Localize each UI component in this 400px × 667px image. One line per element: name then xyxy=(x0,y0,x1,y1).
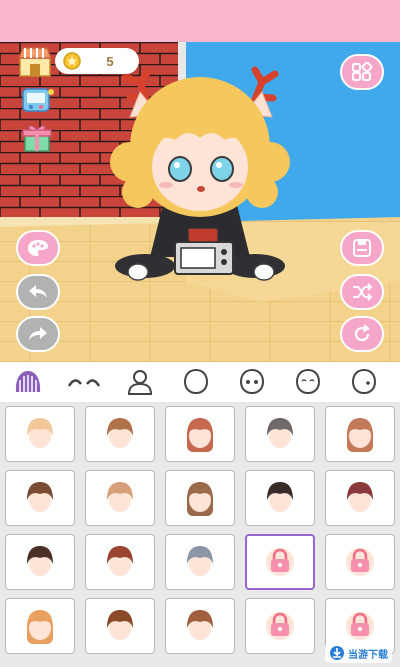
hair-style-icon xyxy=(107,610,133,640)
tab-head-shape[interactable] xyxy=(178,366,214,398)
star-coin-icon xyxy=(63,52,81,70)
palette-button[interactable] xyxy=(16,230,60,266)
hair-style-icon xyxy=(187,546,213,576)
save-icon xyxy=(353,239,371,257)
hair-style-icon xyxy=(27,610,53,644)
shuffle-button[interactable] xyxy=(340,274,384,310)
tab-side-face[interactable] xyxy=(346,366,382,398)
tab-eyebrows[interactable] xyxy=(66,366,102,398)
hair-item-cell[interactable] xyxy=(5,598,75,654)
hair-style-icon xyxy=(347,482,373,512)
shop-icon xyxy=(17,47,53,77)
hair-style-icon xyxy=(27,482,53,512)
hair-item-cell[interactable] xyxy=(165,534,235,590)
hair-item-cell[interactable] xyxy=(85,470,155,526)
top-bar xyxy=(0,0,400,42)
hair-style-icon xyxy=(187,610,213,640)
hair-style-icon xyxy=(347,418,373,452)
reset-icon xyxy=(354,324,370,342)
tab-eyes[interactable] xyxy=(234,366,270,398)
gift-box-icon xyxy=(22,125,52,152)
undo-icon xyxy=(29,285,47,298)
watermark: 当游下载 xyxy=(325,643,392,663)
body-icon xyxy=(127,370,153,395)
hair-item-cell[interactable] xyxy=(245,598,315,654)
hair-item-cell[interactable] xyxy=(85,598,155,654)
hair-item-cell[interactable] xyxy=(245,406,315,462)
hair-style-icon xyxy=(267,482,293,512)
hair-item-grid xyxy=(0,402,400,667)
hair-style-icon xyxy=(267,418,293,448)
shop-button[interactable] xyxy=(17,44,53,78)
coin-count: 5 xyxy=(106,53,114,69)
coin-counter: 5 xyxy=(55,48,139,74)
tv-game-button[interactable] xyxy=(20,86,54,118)
hair-style-icon xyxy=(27,418,53,448)
hair-front-icon xyxy=(15,371,41,392)
menu-button[interactable] xyxy=(340,54,384,90)
hair-item-cell[interactable] xyxy=(165,598,235,654)
grid-menu-icon xyxy=(352,62,373,81)
hair-style-icon xyxy=(107,546,133,576)
hair-style-icon xyxy=(27,546,53,576)
lock-icon xyxy=(346,548,374,576)
redo-icon xyxy=(29,327,47,340)
hair-item-cell[interactable] xyxy=(85,406,155,462)
head-shape-icon xyxy=(183,368,209,395)
undo-button[interactable] xyxy=(16,274,60,310)
save-button[interactable] xyxy=(340,230,384,266)
lock-icon xyxy=(266,548,294,576)
hair-item-cell[interactable] xyxy=(5,470,75,526)
hair-item-cell[interactable] xyxy=(325,470,395,526)
tv-game-icon xyxy=(22,88,54,112)
room-background xyxy=(0,42,400,362)
hair-style-icon xyxy=(187,482,213,516)
watermark-text: 当游下载 xyxy=(348,649,388,661)
category-tabs xyxy=(0,362,400,402)
face-icon xyxy=(295,368,321,395)
hair-item-cell[interactable] xyxy=(325,534,395,590)
hair-item-cell[interactable] xyxy=(165,406,235,462)
hair-item-cell[interactable] xyxy=(165,470,235,526)
tab-body[interactable] xyxy=(122,366,158,398)
hair-style-icon xyxy=(187,418,213,452)
hair-item-cell[interactable] xyxy=(5,534,75,590)
hair-style-icon xyxy=(107,418,133,448)
hair-item-cell[interactable] xyxy=(5,406,75,462)
download-site-logo xyxy=(330,646,344,660)
character-scene xyxy=(0,42,400,362)
redo-button[interactable] xyxy=(16,316,60,352)
hair-style-icon xyxy=(107,482,133,512)
gift-button[interactable] xyxy=(20,122,54,154)
hair-item-cell[interactable] xyxy=(85,534,155,590)
hair-item-cell[interactable] xyxy=(245,470,315,526)
shuffle-icon xyxy=(353,283,373,301)
lock-icon xyxy=(266,612,294,640)
side-face-icon xyxy=(351,368,377,395)
hair-item-cell[interactable] xyxy=(325,406,395,462)
tab-face[interactable] xyxy=(290,366,326,398)
eyebrows-icon xyxy=(67,379,101,387)
reset-button[interactable] xyxy=(340,316,384,352)
tab-hair-front[interactable] xyxy=(10,366,46,398)
palette-icon xyxy=(28,240,48,256)
hair-item-cell[interactable] xyxy=(245,534,315,590)
lock-icon xyxy=(346,612,374,640)
eyes-icon xyxy=(239,368,265,395)
